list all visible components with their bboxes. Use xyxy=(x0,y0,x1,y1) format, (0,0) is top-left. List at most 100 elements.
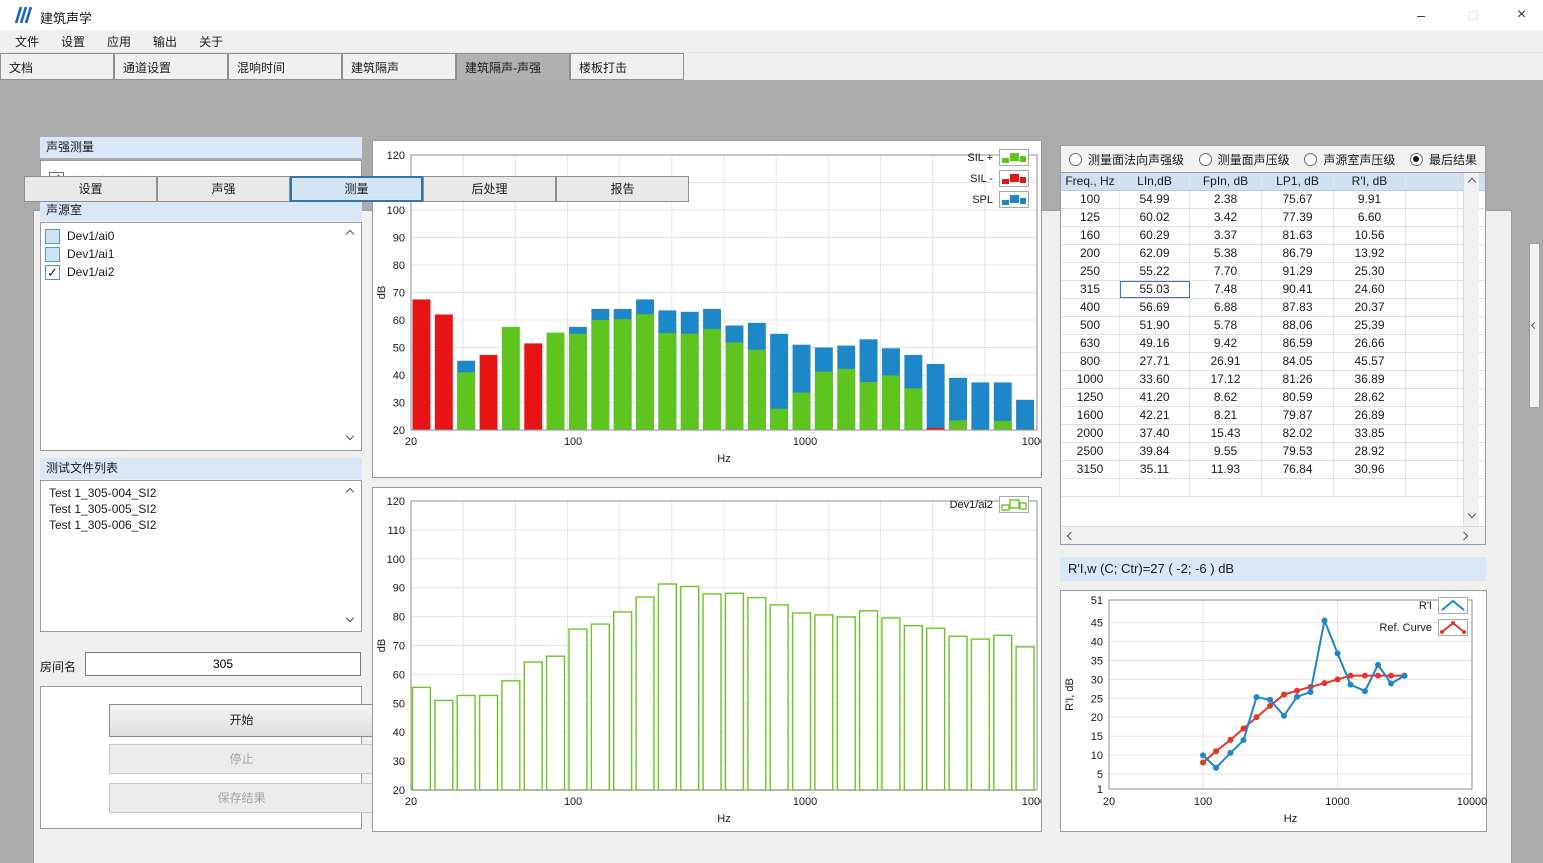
table-cell-12-0[interactable]: 1600 xyxy=(1061,407,1120,424)
subtab-1[interactable]: 声强 xyxy=(157,176,290,202)
table-cell-2-3[interactable]: 81.63 xyxy=(1262,227,1334,244)
radio-circle-1[interactable] xyxy=(1199,153,1212,166)
table-cell-9-3[interactable]: 84.05 xyxy=(1262,353,1334,370)
table-cell-12-5[interactable] xyxy=(1406,407,1458,424)
radio-circle-2[interactable] xyxy=(1304,153,1317,166)
table-cell-6-5[interactable] xyxy=(1406,299,1458,316)
table-cell-10-3[interactable]: 81.26 xyxy=(1262,371,1334,388)
table-cell-5-5[interactable] xyxy=(1406,281,1458,298)
table-horizontal-scrollbar[interactable] xyxy=(1061,526,1485,544)
menu-item-0[interactable]: 文件 xyxy=(4,30,50,53)
table-scroll-right-icon[interactable] xyxy=(1460,532,1468,540)
table-cell-10-4[interactable]: 36.89 xyxy=(1334,371,1406,388)
table-cell-0-0[interactable]: 100 xyxy=(1061,191,1120,208)
tab-5[interactable]: 楼板打击 xyxy=(570,53,684,80)
table-cell-10-2[interactable]: 17.12 xyxy=(1190,371,1262,388)
table-cell-1-5[interactable] xyxy=(1406,209,1458,226)
channel-checkbox-1[interactable] xyxy=(45,247,60,262)
table-cell-15-5[interactable] xyxy=(1406,461,1458,478)
table-cell-11-2[interactable]: 8.62 xyxy=(1190,389,1262,406)
tab-3[interactable]: 建筑隔声 xyxy=(342,53,456,80)
channel-item-2[interactable]: Dev1/ai2 xyxy=(45,263,345,281)
channel-item-0[interactable]: Dev1/ai0 xyxy=(45,227,345,245)
table-cell-15-3[interactable]: 76.84 xyxy=(1262,461,1334,478)
table-cell-13-2[interactable]: 15.43 xyxy=(1190,425,1262,442)
table-cell-9-0[interactable]: 800 xyxy=(1061,353,1120,370)
table-cell-4-4[interactable]: 25.30 xyxy=(1334,263,1406,280)
tab-2[interactable]: 混响时间 xyxy=(228,53,342,80)
room-name-input[interactable] xyxy=(85,652,361,676)
table-cell-14-0[interactable]: 2500 xyxy=(1061,443,1120,460)
table-cell-2-5[interactable] xyxy=(1406,227,1458,244)
channel-scroll-up-icon[interactable] xyxy=(346,230,354,238)
table-cell-5-4[interactable]: 24.60 xyxy=(1334,281,1406,298)
table-cell-13-0[interactable]: 2000 xyxy=(1061,425,1120,442)
table-cell-7-1[interactable]: 51.90 xyxy=(1120,317,1190,334)
radio-circle-3[interactable] xyxy=(1410,153,1423,166)
tab-1[interactable]: 通道设置 xyxy=(114,53,228,80)
tab-4[interactable]: 建筑隔声-声强 xyxy=(456,53,570,81)
channel-scroll-down-icon[interactable] xyxy=(346,432,354,440)
table-cell-3-5[interactable] xyxy=(1406,245,1458,262)
table-cell-13-3[interactable]: 82.02 xyxy=(1262,425,1334,442)
table-cell-2-1[interactable]: 60.29 xyxy=(1120,227,1190,244)
subtab-3[interactable]: 后处理 xyxy=(423,176,556,202)
table-cell-13-1[interactable]: 37.40 xyxy=(1120,425,1190,442)
save-results-button[interactable]: 保存结果 xyxy=(109,783,374,813)
table-cell-8-3[interactable]: 86.59 xyxy=(1262,335,1334,352)
table-cell-1-2[interactable]: 3.42 xyxy=(1190,209,1262,226)
table-cell-11-3[interactable]: 80.59 xyxy=(1262,389,1334,406)
table-cell-2-2[interactable]: 3.37 xyxy=(1190,227,1262,244)
table-cell-11-5[interactable] xyxy=(1406,389,1458,406)
panel-collapse-handle[interactable] xyxy=(1529,243,1540,408)
subtab-2[interactable]: 测量 xyxy=(290,176,423,202)
table-cell-5-1[interactable]: 55.03 xyxy=(1120,281,1190,298)
table-cell-15-4[interactable]: 30.96 xyxy=(1334,461,1406,478)
radio-option-0[interactable]: 测量面法向声强级 xyxy=(1069,151,1184,168)
table-cell-4-1[interactable]: 55.22 xyxy=(1120,263,1190,280)
table-cell-14-2[interactable]: 9.55 xyxy=(1190,443,1262,460)
table-cell-11-0[interactable]: 1250 xyxy=(1061,389,1120,406)
table-cell-4-3[interactable]: 91.29 xyxy=(1262,263,1334,280)
table-cell-7-2[interactable]: 5.78 xyxy=(1190,317,1262,334)
table-cell-0-4[interactable]: 9.91 xyxy=(1334,191,1406,208)
table-scroll-left-icon[interactable] xyxy=(1067,532,1075,540)
radio-option-1[interactable]: 测量面声压级 xyxy=(1199,151,1290,168)
table-cell-12-1[interactable]: 42.21 xyxy=(1120,407,1190,424)
table-cell-3-1[interactable]: 62.09 xyxy=(1120,245,1190,262)
table-cell-15-2[interactable]: 11.93 xyxy=(1190,461,1262,478)
table-cell-14-3[interactable]: 79.53 xyxy=(1262,443,1334,460)
table-cell-6-4[interactable]: 20.37 xyxy=(1334,299,1406,316)
table-cell-1-4[interactable]: 6.60 xyxy=(1334,209,1406,226)
table-cell-12-3[interactable]: 79.87 xyxy=(1262,407,1334,424)
table-cell-6-3[interactable]: 87.83 xyxy=(1262,299,1334,316)
table-cell-10-1[interactable]: 33.60 xyxy=(1120,371,1190,388)
table-cell-5-3[interactable]: 90.41 xyxy=(1262,281,1334,298)
table-cell-6-2[interactable]: 6.88 xyxy=(1190,299,1262,316)
table-cell-3-3[interactable]: 86.79 xyxy=(1262,245,1334,262)
table-cell-6-0[interactable]: 400 xyxy=(1061,299,1120,316)
table-cell-8-0[interactable]: 630 xyxy=(1061,335,1120,352)
table-cell-11-1[interactable]: 41.20 xyxy=(1120,389,1190,406)
table-scroll-up-icon[interactable] xyxy=(1468,178,1476,186)
table-cell-9-4[interactable]: 45.57 xyxy=(1334,353,1406,370)
table-cell-13-5[interactable] xyxy=(1406,425,1458,442)
table-cell-9-1[interactable]: 27.71 xyxy=(1120,353,1190,370)
tab-0[interactable]: 文档 xyxy=(0,53,114,80)
table-vertical-scrollbar[interactable] xyxy=(1463,173,1479,526)
radio-option-2[interactable]: 声源室声压级 xyxy=(1304,151,1395,168)
channel-item-1[interactable]: Dev1/ai1 xyxy=(45,245,345,263)
menu-item-4[interactable]: 关于 xyxy=(188,30,234,53)
table-cell-11-4[interactable]: 28.62 xyxy=(1334,389,1406,406)
table-cell-2-0[interactable]: 160 xyxy=(1061,227,1120,244)
table-cell-1-1[interactable]: 60.02 xyxy=(1120,209,1190,226)
menu-item-3[interactable]: 输出 xyxy=(142,30,188,53)
subtab-0[interactable]: 设置 xyxy=(24,176,157,202)
table-cell-0-3[interactable]: 75.67 xyxy=(1262,191,1334,208)
table-cell-7-0[interactable]: 500 xyxy=(1061,317,1120,334)
table-cell-3-2[interactable]: 5.38 xyxy=(1190,245,1262,262)
table-cell-7-4[interactable]: 25.39 xyxy=(1334,317,1406,334)
table-cell-8-2[interactable]: 9.42 xyxy=(1190,335,1262,352)
subtab-4[interactable]: 报告 xyxy=(556,176,689,202)
files-scroll-down-icon[interactable] xyxy=(346,614,354,622)
